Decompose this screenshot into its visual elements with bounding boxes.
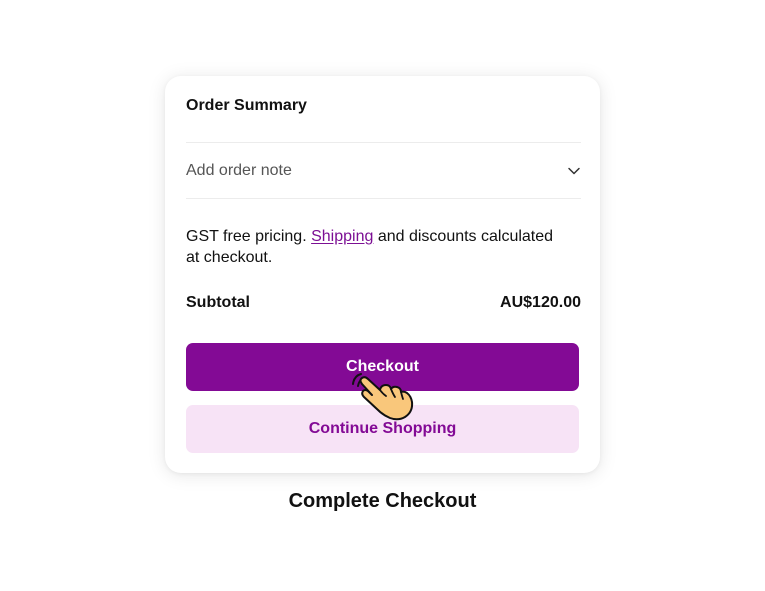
divider [186, 198, 581, 199]
add-order-note-toggle[interactable]: Add order note [186, 143, 581, 198]
subtotal-label: Subtotal [186, 294, 250, 311]
shipping-link[interactable]: Shipping [311, 228, 373, 245]
caption: Complete Checkout [288, 490, 477, 512]
add-order-note-label: Add order note [186, 161, 292, 179]
pointing-hand-cursor-icon [350, 370, 416, 422]
pricing-info-text: GST free pricing. Shipping and discounts… [186, 226, 566, 268]
order-summary-title: Order Summary [186, 97, 307, 114]
subtotal-value: AU$120.00 [500, 294, 581, 311]
chevron-down-icon [567, 164, 581, 178]
subtotal-row: Subtotal AU$120.00 [186, 294, 581, 312]
pricing-info-prefix: GST free pricing. [186, 228, 312, 245]
stage: Order Summary Add order note GST free pr… [0, 0, 765, 591]
